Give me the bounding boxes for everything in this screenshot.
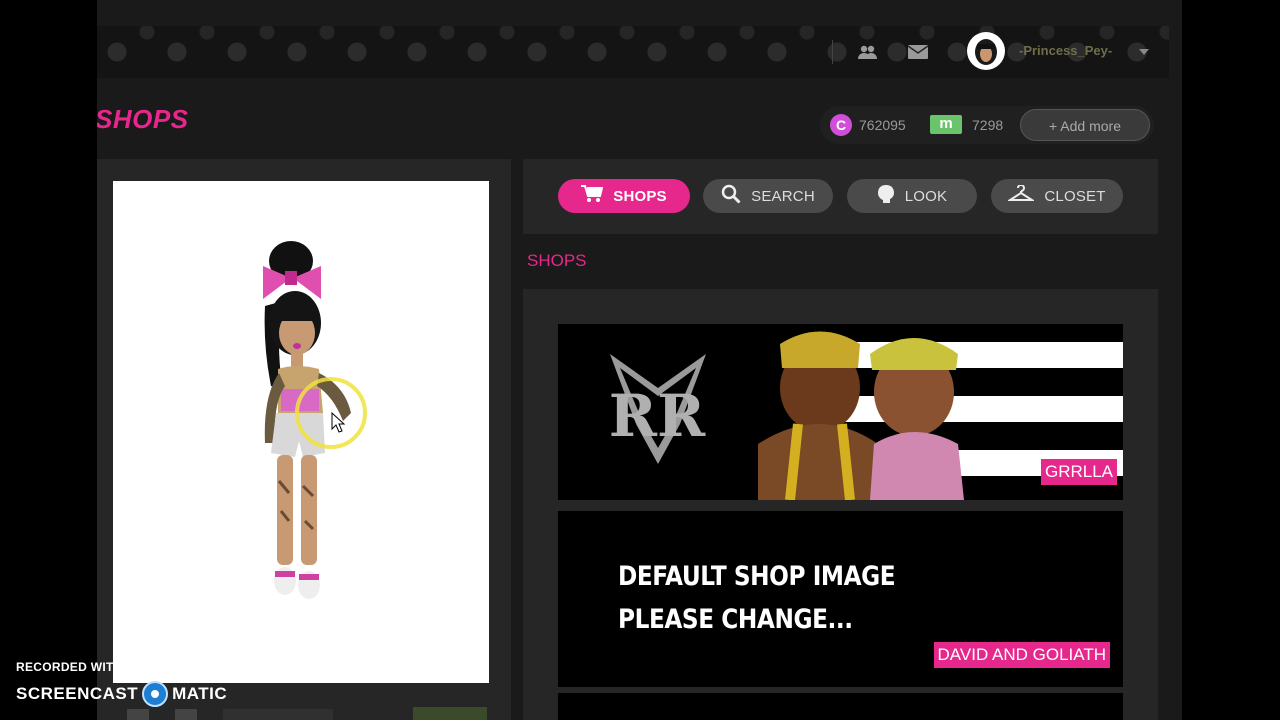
shop-list: RR GRRLLA DEFAULT SHOP IMAGE PLEASE CHAN… (523, 289, 1158, 720)
search-icon (721, 184, 741, 208)
tab-label: CLOSET (1044, 187, 1106, 205)
shop-name-tag[interactable]: GRRLLA (1040, 459, 1117, 485)
currency-bar: C 762095 m 7298 + Add more (820, 106, 1154, 144)
tab-label: SEARCH (751, 187, 815, 205)
divider (832, 40, 833, 64)
shop-card-partial[interactable] (558, 693, 1123, 720)
default-text-line1: DEFAULT SHOP IMAGE (618, 561, 896, 592)
avatar-preview (113, 181, 489, 683)
tab-closet[interactable]: CLOSET (991, 179, 1123, 213)
record-icon (142, 681, 169, 707)
watermark-recorded-with: RECORDED WITH (16, 660, 123, 674)
username[interactable]: -Princess_Pey- (1019, 43, 1112, 58)
app-window: -Princess_Pey- SHOPS C 762095 m 7298 + A… (97, 0, 1182, 720)
avatar-panel (97, 159, 511, 720)
coin-balance: 762095 (859, 117, 906, 133)
add-more-button[interactable]: + Add more (1020, 109, 1150, 141)
screencast-watermark: RECORDED WITH SCREENCAST MATIC (16, 660, 227, 707)
m-balance: 7298 (972, 117, 1004, 133)
tab-search[interactable]: SEARCH (703, 179, 833, 213)
shop-banner-image: RR (609, 331, 1123, 500)
page-title: SHOPS (97, 104, 189, 134)
shops-panel: SHOPS SEARCH LOOK CLOSET SHOPS RR GRRLLA… (523, 159, 1158, 720)
watermark-brand: SCREENCAST MATIC (16, 681, 227, 707)
tab-bar: SHOPS SEARCH LOOK CLOSET (523, 159, 1158, 234)
shop-card-david-and-goliath[interactable]: DEFAULT SHOP IMAGE PLEASE CHANGE... DAVI… (558, 511, 1123, 687)
tab-label: LOOK (904, 187, 948, 205)
avatar[interactable] (967, 32, 1005, 70)
shop-name-tag[interactable]: DAVID AND GOLIATH (933, 642, 1110, 668)
mail-icon[interactable] (906, 40, 930, 64)
default-text-line2: PLEASE CHANGE... (618, 604, 853, 635)
head-icon (877, 184, 895, 208)
hanger-icon (1006, 184, 1036, 207)
watermark-brand-right: MATIC (172, 684, 228, 703)
coin-icon: C (830, 114, 852, 136)
tab-label: SHOPS (613, 187, 667, 205)
section-title: SHOPS (527, 251, 587, 270)
avatar-figure (263, 241, 367, 599)
shop-logo-text: RR (609, 382, 706, 450)
tab-shops[interactable]: SHOPS (558, 179, 690, 213)
default-shop-image-text: DEFAULT SHOP IMAGE PLEASE CHANGE... (618, 555, 896, 641)
shop-card-grrlla[interactable]: RR GRRLLA (558, 324, 1123, 500)
m-currency-icon: m (930, 115, 962, 134)
top-bar: -Princess_Pey- (97, 26, 1169, 78)
friends-icon[interactable] (856, 40, 880, 64)
tab-look[interactable]: LOOK (847, 179, 977, 213)
chevron-down-icon[interactable] (1139, 49, 1149, 55)
watermark-brand-left: SCREENCAST (16, 684, 139, 703)
cart-icon (581, 185, 604, 207)
